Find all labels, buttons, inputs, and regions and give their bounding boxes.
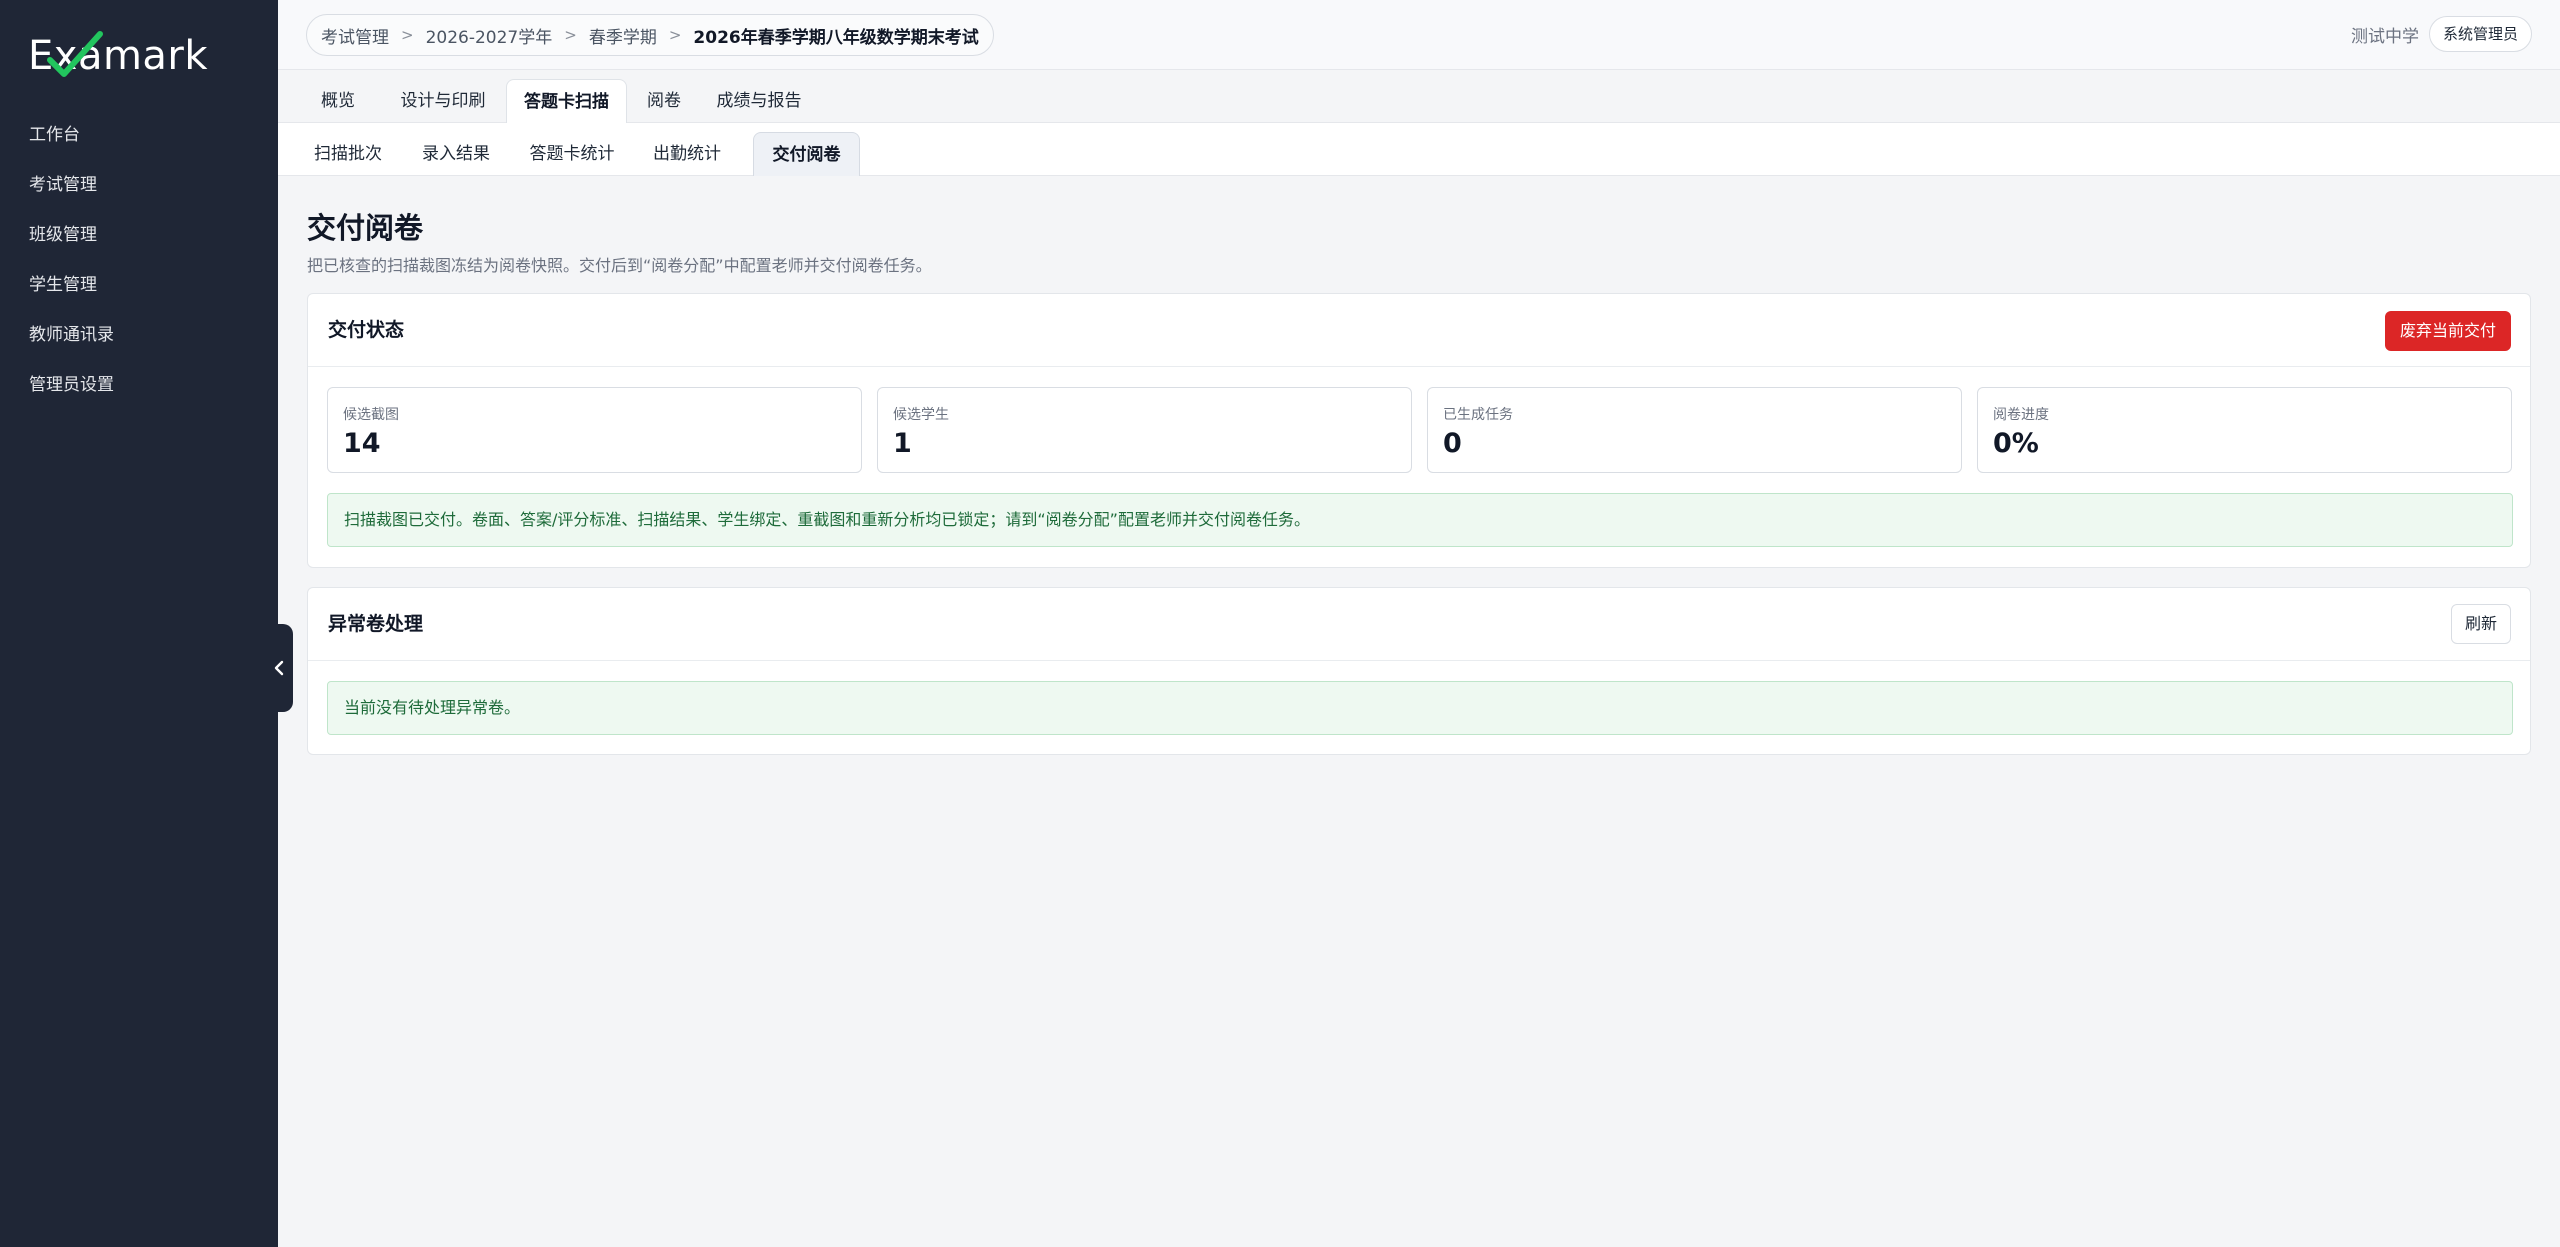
sidebar-collapse-button[interactable] [264,624,293,712]
breadcrumb-item-term[interactable]: 春季学期 [589,23,657,48]
card-header: 异常卷处理 刷新 [308,588,2530,661]
stat-label: 候选学生 [893,407,949,423]
role-badge[interactable]: 系统管理员 [2428,16,2532,52]
subtab-sheet-stats[interactable]: 答题卡统计 [522,132,622,176]
sidebar-item-exams[interactable]: 考试管理 [0,160,278,210]
tab-scores-reports[interactable]: 成绩与报告 [703,79,815,123]
topbar: 考试管理 > 2026-2027学年 > 春季学期 > 2026年春季学期八年级… [278,0,2560,70]
page-description: 把已核查的扫描裁图冻结为阅卷快照。交付后到“阅卷分配”中配置老师并交付阅卷任务。 [307,256,932,275]
tab-marking[interactable]: 阅卷 [633,79,695,123]
logo-check-icon [47,31,103,77]
stat-marking-progress: 阅卷进度 0% [1977,387,2512,473]
chevron-left-icon [274,660,283,676]
stat-value: 0 [1443,428,1462,459]
breadcrumb-separator: > [401,26,414,44]
stat-candidate-crops: 候选截图 14 [327,387,862,473]
subtab-scan-batches[interactable]: 扫描批次 [306,132,390,176]
sidebar-item-students[interactable]: 学生管理 [0,260,278,310]
delivery-status-card: 交付状态 废弃当前交付 候选截图 14 候选学生 1 已生成任务 0 阅卷进度 … [307,293,2531,568]
breadcrumb-separator: > [564,26,577,44]
breadcrumb-separator: > [668,26,682,44]
user-area: 测试中学 系统管理员 [2351,16,2532,52]
stat-value: 14 [343,428,381,459]
breadcrumb: 考试管理 > 2026-2027学年 > 春季学期 > 2026年春季学期八年级… [306,14,994,56]
card-header: 交付状态 废弃当前交付 [308,294,2530,367]
sidebar-nav: 工作台 考试管理 班级管理 学生管理 教师通讯录 管理员设置 [0,110,278,410]
refresh-button[interactable]: 刷新 [2450,604,2511,644]
breadcrumb-item-current: 2026年春季学期八年级数学期末考试 [693,27,979,48]
no-exceptions-notice: 当前没有待处理异常卷。 [327,681,2513,735]
tab-overview[interactable]: 概览 [305,79,371,123]
stat-label: 阅卷进度 [1993,407,2049,423]
sidebar-item-workbench[interactable]: 工作台 [0,110,278,160]
delivery-success-notice: 扫描裁图已交付。卷面、答案/评分标准、扫描结果、学生绑定、重截图和重新分析均已锁… [327,493,2513,547]
subtab-deliver-marking[interactable]: 交付阅卷 [753,132,860,176]
breadcrumb-item-exams[interactable]: 考试管理 [321,23,389,48]
subtab-enter-results[interactable]: 录入结果 [414,132,498,176]
stat-generated-tasks: 已生成任务 0 [1427,387,1962,473]
breadcrumb-item-year[interactable]: 2026-2027学年 [426,23,553,48]
card-title: 交付状态 [328,319,405,341]
sidebar-item-teachers[interactable]: 教师通讯录 [0,310,278,360]
sidebar: Examark 工作台 考试管理 班级管理 学生管理 教师通讯录 管理员设置 [0,0,278,1247]
stat-label: 已生成任务 [1443,407,1513,423]
stat-candidate-students: 候选学生 1 [877,387,1412,473]
discard-delivery-button[interactable]: 废弃当前交付 [2384,311,2511,351]
stat-value: 0% [1993,428,2039,459]
app-logo[interactable]: Examark [28,28,208,84]
main-tabs: 概览 设计与印刷 答题卡扫描 阅卷 成绩与报告 [278,70,2560,123]
page-title: 交付阅卷 [307,211,424,245]
sidebar-item-classes[interactable]: 班级管理 [0,210,278,260]
tab-answer-sheet-scan[interactable]: 答题卡扫描 [506,79,627,123]
sidebar-item-admin-settings[interactable]: 管理员设置 [0,360,278,410]
exception-handling-card: 异常卷处理 刷新 当前没有待处理异常卷。 [307,587,2531,755]
sub-tabs: 扫描批次 录入结果 答题卡统计 出勤统计 交付阅卷 [278,123,2560,176]
card-title: 异常卷处理 [328,613,424,635]
school-name: 测试中学 [2350,26,2419,47]
tab-design-print[interactable]: 设计与印刷 [386,79,500,123]
stat-value: 1 [893,428,912,459]
stat-label: 候选截图 [343,407,399,423]
subtab-attendance[interactable]: 出勤统计 [644,132,730,176]
